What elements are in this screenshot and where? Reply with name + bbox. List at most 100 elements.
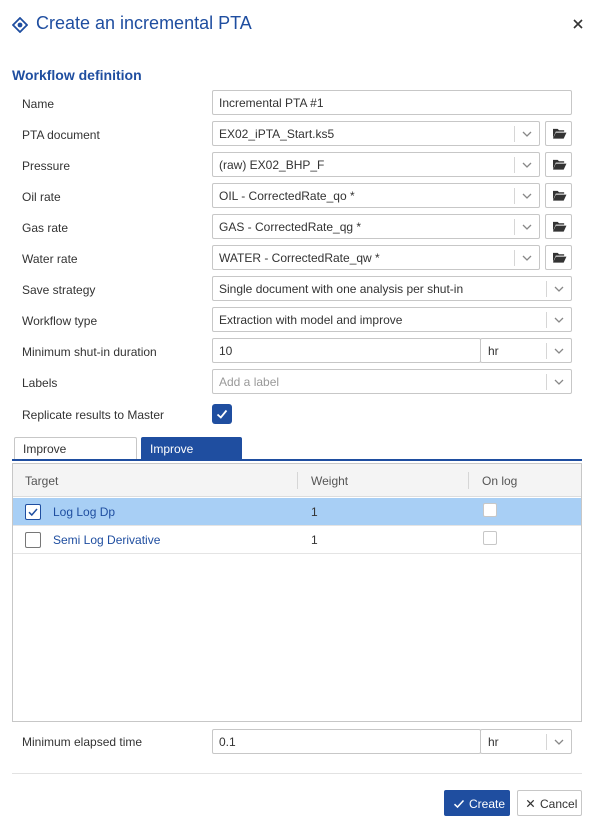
labels-select[interactable]: Add a label (212, 369, 572, 394)
name-input[interactable] (213, 91, 571, 114)
close-icon (526, 799, 535, 808)
row-target-name: Log Log Dp (53, 505, 116, 519)
footer-divider (12, 773, 582, 774)
column-target[interactable]: Target (25, 474, 58, 488)
tab-improve-parameters[interactable]: Improve parameters (14, 437, 137, 478)
combo-separator (514, 250, 515, 266)
water-rate-select[interactable]: WATER - CorrectedRate_qw * (212, 245, 540, 270)
targets-grid: Target Weight On log Log Log Dp 1 Semi L… (12, 463, 582, 722)
folder-open-icon (553, 221, 567, 232)
section-title: Workflow definition (12, 67, 142, 83)
oil-rate-select[interactable]: OIL - CorrectedRate_qo * (212, 183, 540, 208)
workflow-type-select[interactable]: Extraction with model and improve (212, 307, 572, 332)
dialog-title: Create an incremental PTA (36, 13, 252, 33)
combo-separator (514, 126, 515, 142)
column-weight[interactable]: Weight (311, 474, 348, 488)
row-target-name: Semi Log Derivative (53, 533, 161, 547)
oil-rate-value: OIL - CorrectedRate_qo * (219, 189, 355, 203)
create-button-label: Create (469, 797, 506, 811)
gas-rate-browse-button[interactable] (545, 214, 572, 239)
water-rate-label: Water rate (22, 252, 78, 266)
save-strategy-value: Single document with one analysis per sh… (219, 282, 464, 296)
tab-underline (12, 459, 582, 461)
labels-label: Labels (22, 376, 58, 390)
gas-rate-value: GAS - CorrectedRate_qg * (219, 220, 362, 234)
column-on-log[interactable]: On log (482, 474, 517, 488)
check-icon (453, 799, 465, 809)
cancel-button[interactable]: Cancel (517, 790, 582, 816)
pta-document-browse-button[interactable] (545, 121, 572, 146)
cancel-button-label: Cancel (540, 797, 578, 811)
pressure-select[interactable]: (raw) EX02_BHP_F (212, 152, 540, 177)
table-row[interactable]: Semi Log Derivative 1 (13, 526, 581, 554)
grid-header: Target Weight On log (13, 464, 581, 497)
tab-improve-targets[interactable]: Improve targets (141, 437, 242, 478)
chevron-down-icon[interactable] (521, 159, 533, 171)
chevron-down-icon[interactable] (521, 221, 533, 233)
pta-document-select[interactable]: EX02_iPTA_Start.ks5 (212, 121, 540, 146)
folder-open-icon (553, 190, 567, 201)
min-shutin-unit-value: hr (488, 344, 499, 358)
folder-open-icon (553, 128, 567, 139)
diamond-target-icon (12, 17, 28, 33)
dialog-header: Create an incremental PTA (0, 0, 593, 50)
check-icon (216, 409, 228, 419)
water-rate-value: WATER - CorrectedRate_qw * (219, 251, 380, 265)
create-button[interactable]: Create (444, 790, 510, 816)
column-separator (468, 472, 469, 489)
chevron-down-icon[interactable] (553, 345, 565, 357)
save-strategy-select[interactable]: Single document with one analysis per sh… (212, 276, 572, 301)
combo-separator (514, 219, 515, 235)
chevron-down-icon[interactable] (521, 252, 533, 264)
chevron-down-icon[interactable] (521, 128, 533, 140)
replicate-label: Replicate results to Master (22, 408, 165, 422)
column-separator (297, 472, 298, 489)
oil-rate-label: Oil rate (22, 190, 61, 204)
workflow-type-label: Workflow type (22, 314, 98, 328)
chevron-down-icon[interactable] (553, 736, 565, 748)
folder-open-icon (553, 159, 567, 170)
combo-separator (546, 374, 547, 390)
pta-document-value: EX02_iPTA_Start.ks5 (219, 127, 335, 141)
combo-separator (546, 312, 547, 328)
row-target-checkbox[interactable] (25, 532, 41, 548)
min-elapsed-label: Minimum elapsed time (22, 735, 143, 749)
name-label: Name (22, 97, 55, 111)
chevron-down-icon[interactable] (553, 283, 565, 295)
min-elapsed-unit-select[interactable]: hr (480, 729, 572, 754)
oil-rate-browse-button[interactable] (545, 183, 572, 208)
pta-document-label: PTA document (22, 128, 100, 142)
chevron-down-icon[interactable] (521, 190, 533, 202)
gas-rate-select[interactable]: GAS - CorrectedRate_qg * (212, 214, 540, 239)
replicate-checkbox[interactable] (212, 404, 232, 424)
pressure-label: Pressure (22, 159, 71, 173)
chevron-down-icon[interactable] (553, 314, 565, 326)
row-weight[interactable]: 1 (311, 533, 318, 547)
combo-separator (514, 188, 515, 204)
min-shutin-unit-select[interactable]: hr (480, 338, 572, 363)
check-icon (28, 508, 38, 517)
row-on-log-checkbox[interactable] (483, 503, 497, 517)
workflow-type-value: Extraction with model and improve (219, 313, 403, 327)
gas-rate-label: Gas rate (22, 221, 69, 235)
row-weight[interactable]: 1 (311, 505, 318, 519)
close-icon[interactable] (571, 17, 585, 31)
combo-separator (546, 343, 547, 359)
combo-separator (546, 281, 547, 297)
water-rate-browse-button[interactable] (545, 245, 572, 270)
table-row[interactable]: Log Log Dp 1 (13, 498, 581, 526)
row-target-checkbox[interactable] (25, 504, 41, 520)
folder-open-icon (553, 252, 567, 263)
min-elapsed-input[interactable] (213, 730, 480, 753)
min-shutin-label: Minimum shut-in duration (22, 345, 157, 359)
min-elapsed-unit-value: hr (488, 735, 499, 749)
row-on-log-checkbox[interactable] (483, 531, 497, 545)
name-field[interactable] (212, 90, 572, 115)
save-strategy-label: Save strategy (22, 283, 96, 297)
chevron-down-icon[interactable] (553, 376, 565, 388)
combo-separator (546, 734, 547, 750)
min-shutin-input[interactable] (213, 339, 480, 362)
pressure-browse-button[interactable] (545, 152, 572, 177)
min-elapsed-field[interactable] (212, 729, 481, 754)
min-shutin-field[interactable] (212, 338, 481, 363)
